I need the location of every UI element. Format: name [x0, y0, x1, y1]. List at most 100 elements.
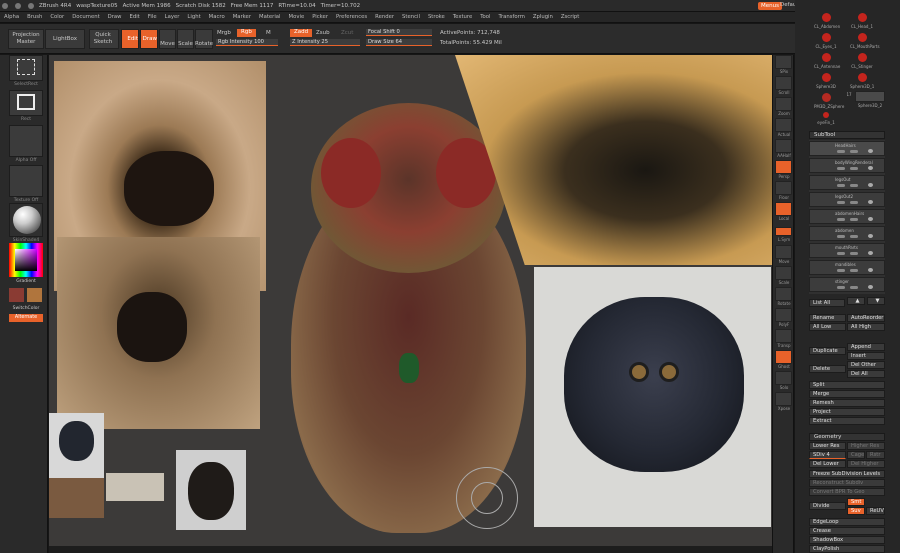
higher-res-button[interactable]: Higher Res: [847, 442, 885, 450]
menu-transform[interactable]: Transform: [499, 14, 525, 20]
zadd-toggle[interactable]: Zadd: [290, 29, 313, 37]
local-button[interactable]: [775, 202, 792, 216]
rotate-view-button[interactable]: [775, 287, 792, 301]
subtool-toggle-icon[interactable]: [837, 252, 845, 255]
autoreorder-button[interactable]: AutoReorder: [847, 314, 885, 322]
menu-layer[interactable]: Layer: [165, 14, 180, 20]
scale-button[interactable]: Scale: [177, 29, 194, 49]
menu-alpha[interactable]: Alpha: [4, 14, 19, 20]
rename-button[interactable]: Rename: [809, 314, 846, 322]
shadowbox-button[interactable]: ShadowBox: [809, 536, 885, 544]
menu-preferences[interactable]: Preferences: [336, 14, 367, 20]
zcut-toggle[interactable]: Zcut: [341, 30, 353, 36]
reconstruct-subdiv-button[interactable]: Reconstruct Subdiv: [809, 479, 885, 487]
subtool-toggle2-icon[interactable]: [850, 150, 858, 153]
subtool-toggle-icon[interactable]: [837, 184, 845, 187]
spix-button[interactable]: [775, 55, 792, 69]
insert-button[interactable]: Insert: [847, 352, 885, 360]
mrgb-toggle[interactable]: Mrgb: [217, 30, 231, 36]
menu-material[interactable]: Material: [259, 14, 281, 20]
delete-button[interactable]: Delete: [809, 365, 846, 373]
menu-macro[interactable]: Macro: [209, 14, 225, 20]
menu-color[interactable]: Color: [50, 14, 64, 20]
subtool-toggle-icon[interactable]: [837, 150, 845, 153]
subtool-eye-icon[interactable]: [868, 200, 873, 204]
subtool-eye-icon[interactable]: [868, 149, 873, 153]
subtool-toggle2-icon[interactable]: [850, 201, 858, 204]
subtool-toggle-icon[interactable]: [837, 235, 845, 238]
del-other-button[interactable]: Del Other: [847, 361, 885, 369]
move-button[interactable]: Move: [159, 29, 176, 49]
lightbox-button[interactable]: LightBox: [45, 29, 85, 49]
alpha-button[interactable]: [9, 125, 43, 157]
current-tool-preview[interactable]: [855, 91, 885, 102]
subtool-row[interactable]: legsOut: [809, 175, 885, 190]
split-button[interactable]: Split: [809, 381, 885, 389]
menu-light[interactable]: Light: [187, 14, 200, 20]
convert-bpr-button[interactable]: Convert BPR To Geo: [809, 488, 885, 496]
scroll-button[interactable]: [775, 76, 792, 90]
polyf-button[interactable]: [775, 308, 792, 322]
rgb-toggle[interactable]: Rgb: [237, 29, 256, 37]
selectrect-button[interactable]: [9, 55, 43, 81]
subtool-row[interactable]: stinger: [809, 277, 885, 292]
menus-button[interactable]: Menus: [758, 2, 782, 10]
material-button[interactable]: [9, 203, 43, 237]
rect-button[interactable]: [9, 90, 43, 116]
projection-master-button[interactable]: Projection Master: [8, 29, 44, 49]
move-down-arrow-icon[interactable]: ▼: [867, 297, 885, 305]
menu-picker[interactable]: Picker: [312, 14, 328, 20]
all-low-button[interactable]: All Low: [809, 323, 846, 331]
menu-movie[interactable]: Movie: [289, 14, 305, 20]
quick-sketch-button[interactable]: Quick Sketch: [89, 29, 119, 49]
project-button[interactable]: Project: [809, 408, 885, 416]
secondary-color-swatch[interactable]: [27, 288, 42, 302]
menu-brush[interactable]: Brush: [27, 14, 42, 20]
subtool-eye-icon[interactable]: [868, 183, 873, 187]
del-all-button[interactable]: Del All: [847, 370, 885, 378]
subtool-panel-header[interactable]: SubTool: [809, 131, 885, 139]
actual-button[interactable]: [775, 118, 792, 132]
rotate-button[interactable]: Rotate: [195, 29, 213, 49]
subtool-toggle-icon[interactable]: [837, 218, 845, 221]
edit-button[interactable]: Edit: [121, 29, 139, 49]
all-high-button[interactable]: All High: [847, 323, 885, 331]
subtool-toggle-icon[interactable]: [837, 167, 845, 170]
subtool-toggle-icon[interactable]: [837, 269, 845, 272]
tool-sphere3d-2[interactable]: Sphere3D_2: [855, 103, 885, 129]
geometry-panel-header[interactable]: Geometry: [809, 433, 885, 441]
edgeloop-button[interactable]: EdgeLoop: [809, 518, 885, 526]
ghost-button[interactable]: [775, 350, 792, 364]
subtool-row[interactable]: abdomen: [809, 226, 885, 241]
aahalf-button[interactable]: [775, 139, 792, 153]
subtool-eye-icon[interactable]: [868, 217, 873, 221]
divide-button[interactable]: Divide: [809, 502, 846, 510]
rstr-button[interactable]: Rstr: [866, 451, 885, 459]
subtool-eye-icon[interactable]: [868, 251, 873, 255]
menu-stencil[interactable]: Stencil: [402, 14, 420, 20]
focal-shift-slider[interactable]: Focal Shift 0: [366, 29, 432, 36]
scale-view-button[interactable]: [775, 266, 792, 280]
z-intensity-slider[interactable]: Z Intensity 25: [290, 39, 360, 46]
subtool-row[interactable]: bodyWingRenderal: [809, 158, 885, 173]
subtool-toggle2-icon[interactable]: [850, 286, 858, 289]
sdiv-slider[interactable]: SDiv 4: [809, 451, 846, 459]
subtool-row[interactable]: mouthParts: [809, 243, 885, 258]
m-toggle[interactable]: M: [266, 30, 271, 36]
subtool-row[interactable]: legsOut2: [809, 192, 885, 207]
xpose-button[interactable]: [775, 392, 792, 406]
reuv-toggle[interactable]: ReUV: [866, 507, 885, 515]
subtool-toggle2-icon[interactable]: [850, 269, 858, 272]
close-dot-icon[interactable]: [2, 2, 8, 9]
subtool-row[interactable]: abdomenHairs: [809, 209, 885, 224]
menu-tool[interactable]: Tool: [480, 14, 490, 20]
subtool-eye-icon[interactable]: [868, 234, 873, 238]
del-higher-button[interactable]: Del Higher: [847, 460, 885, 468]
list-all-button[interactable]: List All: [809, 299, 845, 307]
subtool-row[interactable]: HeadHairs: [809, 141, 885, 156]
rgb-intensity-slider[interactable]: Rgb Intensity 100: [216, 39, 278, 46]
persp-button[interactable]: [775, 160, 792, 174]
subtool-toggle-icon[interactable]: [837, 286, 845, 289]
menu-marker[interactable]: Marker: [233, 14, 251, 20]
minimize-dot-icon[interactable]: [15, 2, 21, 9]
